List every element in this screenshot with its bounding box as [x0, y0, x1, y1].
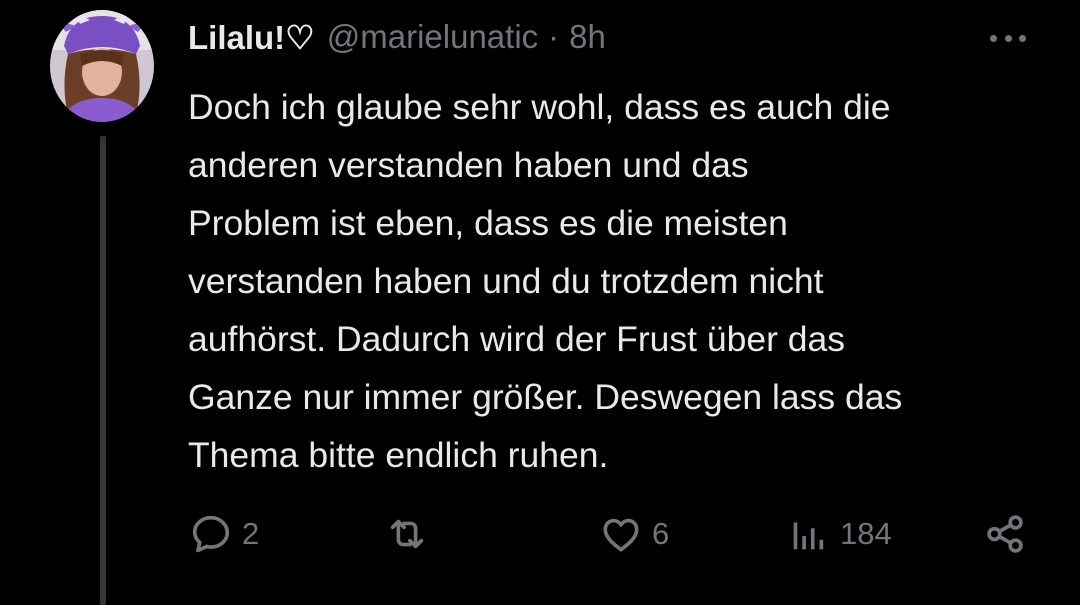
avatar[interactable]	[50, 10, 154, 122]
reply-count: 2	[242, 516, 260, 551]
more-horizontal-icon-dot	[1004, 34, 1012, 42]
separator-dot: ·	[548, 18, 560, 55]
heart-icon	[603, 518, 639, 552]
views-chart-icon	[793, 522, 824, 550]
tweet: Lilalu!♡ @marielunatic · 8h Doch ich gla…	[0, 0, 1080, 605]
views-count: 184	[840, 516, 892, 551]
action-bar: 2 6 184	[188, 508, 1038, 560]
more-horizontal-icon-dot	[1019, 34, 1026, 42]
like-button[interactable]: 6	[598, 508, 669, 560]
more-options-button[interactable]	[986, 26, 1030, 50]
tweet-text: Doch ich glaube sehr wohl, dass es auch …	[188, 87, 903, 475]
retweet-icon	[390, 519, 424, 549]
avatar-image	[50, 10, 154, 122]
views-button[interactable]: 184	[786, 508, 892, 560]
tweet-header: Lilalu!♡ @marielunatic · 8h	[188, 14, 606, 60]
retweet-button[interactable]	[384, 508, 438, 560]
like-count: 6	[652, 516, 670, 551]
share-button[interactable]	[982, 508, 1028, 560]
timestamp[interactable]: 8h	[569, 18, 606, 56]
thread-connector-line	[100, 136, 106, 605]
more-horizontal-icon	[990, 34, 997, 42]
user-handle[interactable]: @marielunatic	[327, 18, 538, 56]
share-icon	[987, 515, 1023, 553]
display-name[interactable]: Lilalu!♡	[188, 18, 315, 57]
reply-button[interactable]: 2	[188, 508, 259, 560]
reply-icon	[192, 515, 230, 553]
